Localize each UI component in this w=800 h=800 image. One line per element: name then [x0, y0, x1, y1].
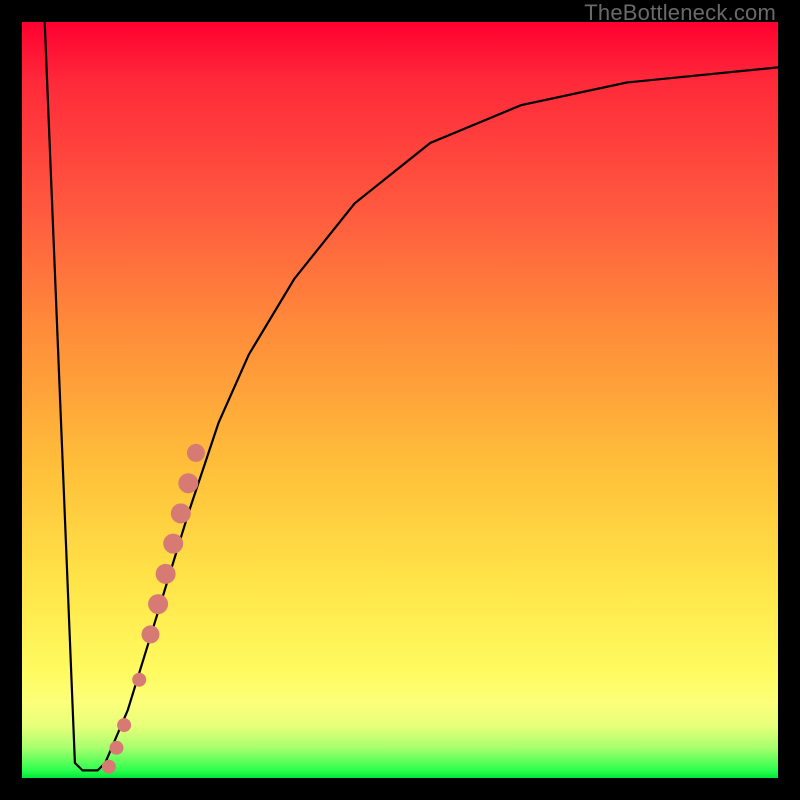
- data-point: [171, 503, 191, 523]
- plot-area: [22, 22, 778, 778]
- data-point: [187, 444, 205, 462]
- chart-frame: TheBottleneck.com: [0, 0, 800, 800]
- data-point: [163, 534, 183, 554]
- data-point: [110, 741, 124, 755]
- data-point: [156, 564, 176, 584]
- bottleneck-curve: [45, 22, 778, 770]
- data-point: [178, 473, 198, 493]
- data-point: [148, 594, 168, 614]
- data-point: [132, 673, 146, 687]
- watermark-text: TheBottleneck.com: [584, 0, 776, 26]
- curve-layer: [22, 22, 778, 778]
- data-point: [102, 760, 116, 774]
- data-point: [142, 625, 160, 643]
- data-point: [117, 718, 131, 732]
- highlighted-points: [102, 444, 205, 774]
